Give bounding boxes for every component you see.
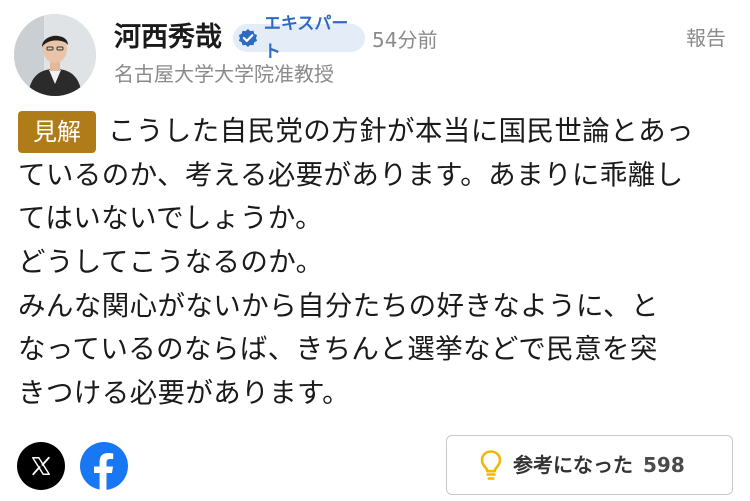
comment-line: どうしてこうなるのか。 xyxy=(18,246,324,279)
report-link[interactable]: 報告 xyxy=(686,24,726,52)
expert-badge-label: エキスパート xyxy=(263,14,349,62)
helpful-label: 参考になった xyxy=(513,453,633,477)
comment-line: なっているのならば、きちんと選挙などで民意を突 xyxy=(18,333,658,366)
author-name[interactable]: 河西秀哉 xyxy=(114,21,222,55)
verified-check-icon xyxy=(238,29,258,47)
comment-line: ているのか、考える必要があります。あまりに乖離し xyxy=(18,158,684,191)
comment-line: てはいないでしょうか。 xyxy=(18,202,323,235)
helpful-button[interactable]: 参考になった 598 xyxy=(446,435,733,495)
helpful-count: 598 xyxy=(643,453,685,477)
share-x-button[interactable] xyxy=(17,442,65,490)
author-affiliation: 名古屋大学大学院准教授 xyxy=(114,62,334,86)
opinion-tag: 見解 xyxy=(18,111,96,153)
lightbulb-icon xyxy=(480,450,502,480)
x-logo-icon xyxy=(32,456,50,476)
facebook-icon xyxy=(80,442,128,490)
author-avatar[interactable] xyxy=(14,14,96,96)
comment-line: みんな関心がないから自分たちの好きなように、と xyxy=(18,289,659,322)
comment-line: きつける必要があります。 xyxy=(18,377,351,410)
comment-line: 見解 こうした自民党の方針が本当に国民世論とあっ xyxy=(18,110,736,154)
comment-timestamp: 54分前 xyxy=(372,28,438,52)
comment-line-text: こうした自民党の方針が本当に国民世論とあっ xyxy=(108,115,694,147)
expert-badge: エキスパート xyxy=(233,14,365,62)
avatar-photo xyxy=(14,14,96,96)
share-facebook-button[interactable] xyxy=(80,442,128,490)
comment-body: 見解 こうした自民党の方針が本当に国民世論とあっ ているのか、考える必要があります… xyxy=(18,110,736,416)
